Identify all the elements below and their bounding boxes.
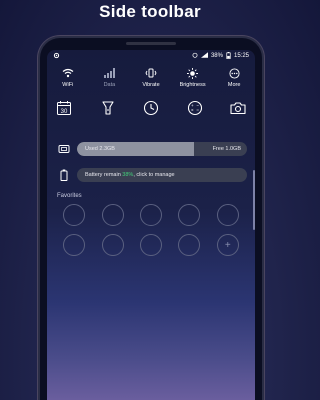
battery-message: Battery remain 38%, click to manage: [77, 168, 247, 182]
speaker-grille: [126, 42, 176, 45]
phone-screen: 38% 15:25 WiFi Data Vibrate Brightness M…: [47, 50, 255, 400]
settings-icon: [53, 52, 60, 61]
camera-icon[interactable]: [229, 99, 247, 117]
headline: Side toolbar: [99, 2, 201, 21]
favorite-slot[interactable]: [216, 204, 239, 226]
alarm-icon: [192, 52, 198, 60]
battery-row[interactable]: Battery remain 38%, click to manage: [57, 167, 247, 183]
favorites-label: Favorites: [57, 193, 82, 199]
toggle-label: Vibrate: [142, 82, 160, 88]
calendar-day: 30: [61, 109, 68, 115]
memory-free-label: Free 1.0GB: [212, 146, 241, 152]
favorite-slot[interactable]: [63, 204, 86, 226]
battery-message-suffix: , click to manage: [133, 172, 175, 178]
battery-icon: [226, 51, 231, 61]
battery-manage-icon: [57, 168, 71, 182]
battery-message-prefix: Battery remain: [85, 172, 123, 178]
toggle-data[interactable]: Data: [89, 66, 131, 88]
favorite-slot[interactable]: [139, 204, 162, 226]
brightness-icon: [187, 66, 199, 80]
favorite-slot[interactable]: [139, 234, 162, 256]
toggle-label: More: [227, 82, 241, 88]
favorite-slot[interactable]: [178, 204, 201, 226]
toggle-label: Data: [103, 82, 116, 88]
toggle-label: Brightness: [179, 82, 206, 88]
signal-icon: [103, 66, 115, 80]
more-icon: [229, 66, 240, 80]
flashlight-icon[interactable]: [99, 99, 117, 117]
toggle-more[interactable]: More: [213, 66, 255, 88]
svg-text:=: =: [196, 108, 199, 113]
status-bar: 38% 15:25: [47, 50, 255, 62]
favorite-slot[interactable]: [101, 204, 124, 226]
edge-handle[interactable]: [253, 170, 255, 230]
quick-toggles: WiFi Data Vibrate Brightness More: [47, 66, 255, 88]
toggle-brightness[interactable]: Brightness: [172, 66, 214, 88]
favorite-slot[interactable]: [101, 234, 124, 256]
memory-used-label: Used 2.3GB: [85, 146, 115, 152]
memory-usage-bar: Used 2.3GB Free 1.0GB: [77, 142, 247, 156]
toggle-label: WiFi: [62, 82, 74, 88]
calculator-icon[interactable]: + − × =: [186, 99, 204, 117]
toggle-wifi[interactable]: WiFi: [47, 66, 89, 88]
calendar-icon[interactable]: 30: [55, 99, 73, 117]
memory-chip-icon: [57, 142, 71, 156]
toggle-vibrate[interactable]: Vibrate: [130, 66, 172, 88]
battery-message-percent: 38%: [122, 172, 134, 178]
favorite-slot[interactable]: [63, 234, 86, 256]
vibrate-icon: [145, 66, 157, 80]
memory-row[interactable]: Used 2.3GB Free 1.0GB: [57, 141, 247, 157]
add-favorite-button[interactable]: +: [216, 234, 239, 256]
svg-text:×: ×: [190, 108, 193, 113]
battery-percent: 38%: [210, 53, 223, 59]
favorite-slot[interactable]: [178, 234, 201, 256]
phone-frame: 38% 15:25 WiFi Data Vibrate Brightness M…: [40, 38, 262, 400]
signal-status-icon: [200, 52, 208, 60]
favorites-grid: +: [55, 204, 247, 256]
tool-shortcuts: 30 + − × =: [55, 99, 247, 117]
clock-icon[interactable]: [142, 99, 160, 117]
wifi-icon: [62, 66, 74, 80]
clock-time: 15:25: [233, 53, 249, 59]
